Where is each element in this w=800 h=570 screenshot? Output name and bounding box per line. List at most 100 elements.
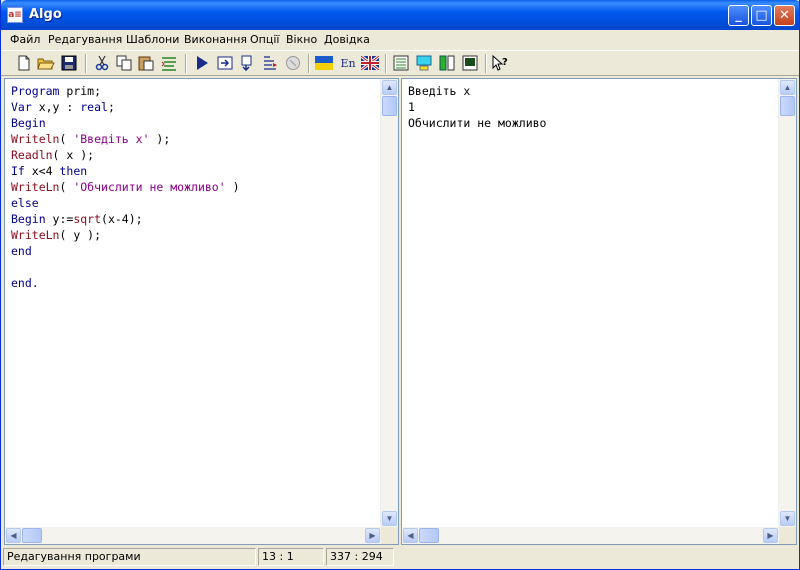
minimize-button[interactable]: _ (728, 5, 749, 26)
code-text[interactable]: Program prim; Var x,y : real; Begin Writeln… (11, 83, 240, 291)
scroll-left-icon[interactable]: ◀ (6, 528, 21, 543)
code-token: prim; (59, 84, 102, 98)
output-line: Введіть х (408, 84, 471, 98)
scroll-down-icon[interactable]: ▼ (780, 511, 795, 526)
code-token: real (80, 100, 108, 114)
stop-icon[interactable] (284, 54, 302, 72)
scroll-thumb[interactable] (419, 528, 439, 543)
scroll-right-icon[interactable]: ▶ (365, 528, 380, 543)
code-line[interactable]: Begin (11, 115, 240, 131)
menu-bar: Файл Редагування Шаблони Виконання Опції… (1, 30, 799, 50)
code-token: sqrt (73, 212, 102, 226)
code-token: x,y : (31, 100, 81, 114)
code-token: ( y ); (59, 228, 102, 242)
app-window: a≡ Algo _ □ ✕ Файл Редагування Шаблони В… (0, 0, 800, 570)
step-over-icon[interactable] (239, 54, 257, 72)
editor-horizontal-scrollbar[interactable]: ◀ ▶ (5, 527, 381, 544)
title-bar[interactable]: a≡ Algo _ □ ✕ (1, 0, 799, 30)
context-help-icon[interactable]: ? (491, 54, 509, 72)
scroll-thumb[interactable] (22, 528, 42, 543)
output-line: 1 (408, 100, 415, 114)
code-token: then (59, 164, 88, 178)
open-folder-icon[interactable] (37, 54, 55, 72)
menu-options[interactable]: Опції (250, 33, 279, 46)
scroll-down-icon[interactable]: ▼ (382, 511, 397, 526)
toolbar: En ? (1, 50, 799, 76)
menu-help[interactable]: Довідка (324, 33, 370, 46)
code-token: x<4 (24, 164, 60, 178)
code-line[interactable]: Readln( x ); (11, 147, 240, 163)
code-line[interactable]: WriteLn( y ); (11, 227, 240, 243)
output-panel[interactable]: Введіть х 1 Обчислити не можливо ▲ ▼ ◀ ▶ (401, 78, 797, 545)
run-to-cursor-icon[interactable] (261, 54, 279, 72)
code-token: ( (59, 180, 74, 194)
code-token: Begin (11, 212, 46, 226)
split-view-icon[interactable] (438, 54, 456, 72)
code-line[interactable]: Writeln( 'Введіть х' ); (11, 131, 240, 147)
scroll-left-icon[interactable]: ◀ (403, 528, 418, 543)
cut-icon[interactable] (93, 54, 111, 72)
save-icon[interactable] (60, 54, 78, 72)
code-line[interactable]: WriteLn( 'Обчислити не можливо' ) (11, 179, 240, 195)
copy-icon[interactable] (115, 54, 133, 72)
status-size: 337 : 294 (326, 548, 394, 566)
code-token: ); (149, 132, 171, 146)
window-cascade-icon[interactable] (392, 54, 410, 72)
status-mode: Редагування програми (3, 548, 256, 566)
code-token: ; (107, 100, 115, 114)
scroll-up-icon[interactable]: ▲ (382, 80, 397, 95)
code-token: (x-4); (101, 212, 143, 226)
code-token: else (11, 196, 39, 210)
code-token: 'Обчислити не можливо' (73, 180, 226, 194)
window-title: Algo (29, 7, 62, 22)
output-window-icon[interactable] (461, 54, 479, 72)
code-line[interactable]: Program prim; (11, 83, 240, 99)
minimize-icon: _ (735, 8, 742, 23)
uk-flag-icon[interactable] (361, 54, 379, 72)
format-code-icon[interactable] (160, 54, 178, 72)
output-horizontal-scrollbar[interactable]: ◀ ▶ (402, 527, 779, 544)
code-line[interactable]: Var x,y : real; (11, 99, 240, 115)
code-token: 'Введіть х' (73, 132, 150, 146)
code-token: end (11, 244, 32, 258)
code-token: Var (11, 100, 32, 114)
menu-edit[interactable]: Редагування (48, 33, 122, 46)
paste-icon[interactable] (137, 54, 155, 72)
window-tile-icon[interactable] (415, 54, 433, 72)
output-vertical-scrollbar[interactable]: ▲ ▼ (778, 79, 796, 527)
code-line[interactable] (11, 259, 240, 275)
step-into-icon[interactable] (216, 54, 234, 72)
code-line[interactable]: else (11, 195, 240, 211)
maximize-button[interactable]: □ (751, 5, 772, 26)
maximize-icon: □ (755, 8, 768, 23)
menu-run[interactable]: Виконання (184, 33, 247, 46)
ukrainian-flag-icon[interactable] (315, 54, 333, 72)
close-button[interactable]: ✕ (774, 5, 795, 26)
menu-window[interactable]: Вікно (286, 33, 317, 46)
code-line[interactable]: If x<4 then (11, 163, 240, 179)
code-token: If (11, 164, 25, 178)
english-language-button[interactable]: En (339, 54, 357, 72)
scroll-up-icon[interactable]: ▲ (780, 80, 795, 95)
code-token: WriteLn (11, 228, 60, 242)
code-line[interactable]: end (11, 243, 240, 259)
scroll-thumb[interactable] (382, 96, 397, 116)
code-token: Readln (11, 148, 53, 162)
menu-templates[interactable]: Шаблони (126, 33, 179, 46)
run-icon[interactable] (193, 54, 211, 72)
svg-text:?: ? (502, 57, 508, 68)
lang-label: En (340, 56, 356, 70)
editor-vertical-scrollbar[interactable]: ▲ ▼ (380, 79, 398, 527)
close-icon: ✕ (779, 8, 790, 23)
code-editor[interactable]: Program prim; Var x,y : real; Begin Writeln… (4, 78, 399, 545)
code-line[interactable]: Begin y:=sqrt(x-4); (11, 211, 240, 227)
new-file-icon[interactable] (15, 54, 33, 72)
scroll-thumb[interactable] (780, 96, 795, 116)
code-token: y:= (45, 212, 74, 226)
output-text: Введіть х 1 Обчислити не можливо (408, 83, 546, 131)
code-line[interactable]: end. (11, 275, 240, 291)
app-icon[interactable]: a≡ (7, 7, 23, 23)
scroll-right-icon[interactable]: ▶ (763, 528, 778, 543)
status-bar: Редагування програми 13 : 1 337 : 294 (1, 546, 799, 569)
menu-file[interactable]: Файл (10, 33, 40, 46)
